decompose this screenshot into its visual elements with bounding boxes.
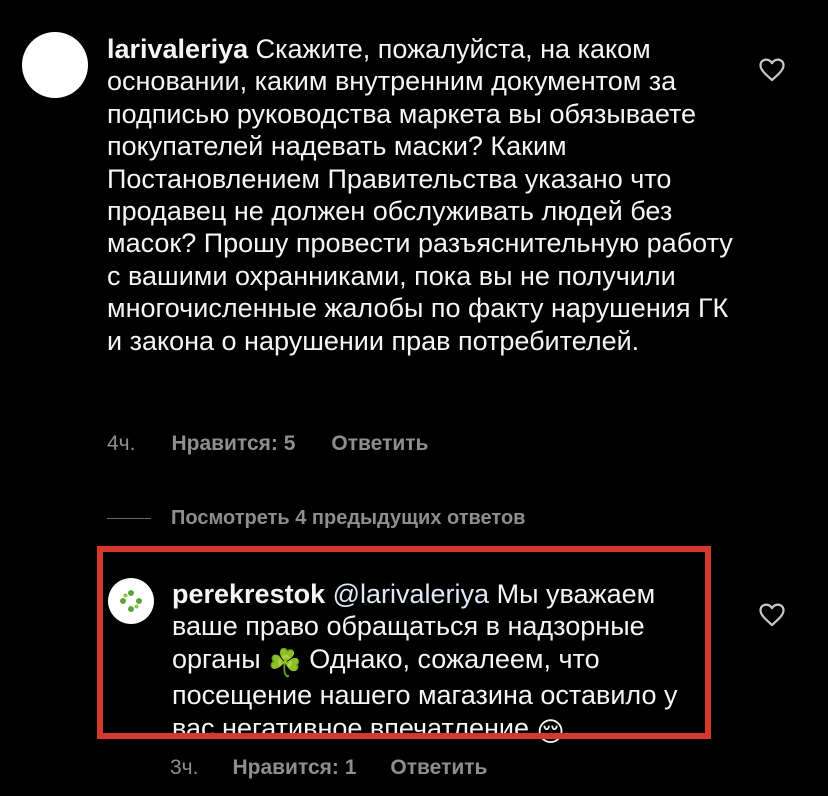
- comment-text: Скажите, пожалуйста, на каком основании,…: [107, 34, 733, 356]
- divider-line: [107, 518, 151, 519]
- avatar-perekrestok[interactable]: [108, 578, 154, 624]
- comment-reply-button[interactable]: Ответить: [331, 432, 428, 456]
- view-previous-replies[interactable]: Посмотреть 4 предыдущих ответов: [107, 507, 525, 530]
- perekrestok-logo-icon: [120, 590, 142, 612]
- reply-username[interactable]: perekrestok: [172, 579, 325, 609]
- comment-meta: 4ч. Нравится: 5 Ответить: [107, 432, 428, 456]
- reply-reply-button[interactable]: Ответить: [390, 756, 487, 780]
- reply-time: 3ч.: [170, 756, 199, 779]
- comment-username[interactable]: larivaleriya: [107, 34, 248, 64]
- shamrock-emoji-icon: ☘️: [268, 647, 302, 678]
- reply-likes[interactable]: Нравится: 1: [232, 756, 356, 780]
- pensive-face-emoji-icon: 😔: [536, 716, 565, 747]
- reply-meta: 3ч. Нравится: 1 Ответить: [170, 756, 487, 780]
- reply-like-heart-icon[interactable]: [759, 603, 785, 627]
- avatar-larivaleriya[interactable]: [22, 32, 88, 98]
- comment-likes[interactable]: Нравится: 5: [171, 432, 295, 456]
- reply-mention[interactable]: @larivaleriya: [333, 579, 489, 609]
- view-previous-replies-label: Посмотреть 4 предыдущих ответов: [171, 507, 526, 529]
- reply-body: perekrestok @larivaleriya Мы уважаем ваш…: [172, 578, 712, 748]
- comment-body: larivaleriya Скажите, пожалуйста, на как…: [107, 33, 747, 357]
- like-heart-icon[interactable]: [759, 58, 785, 82]
- comment-time: 4ч.: [107, 432, 136, 455]
